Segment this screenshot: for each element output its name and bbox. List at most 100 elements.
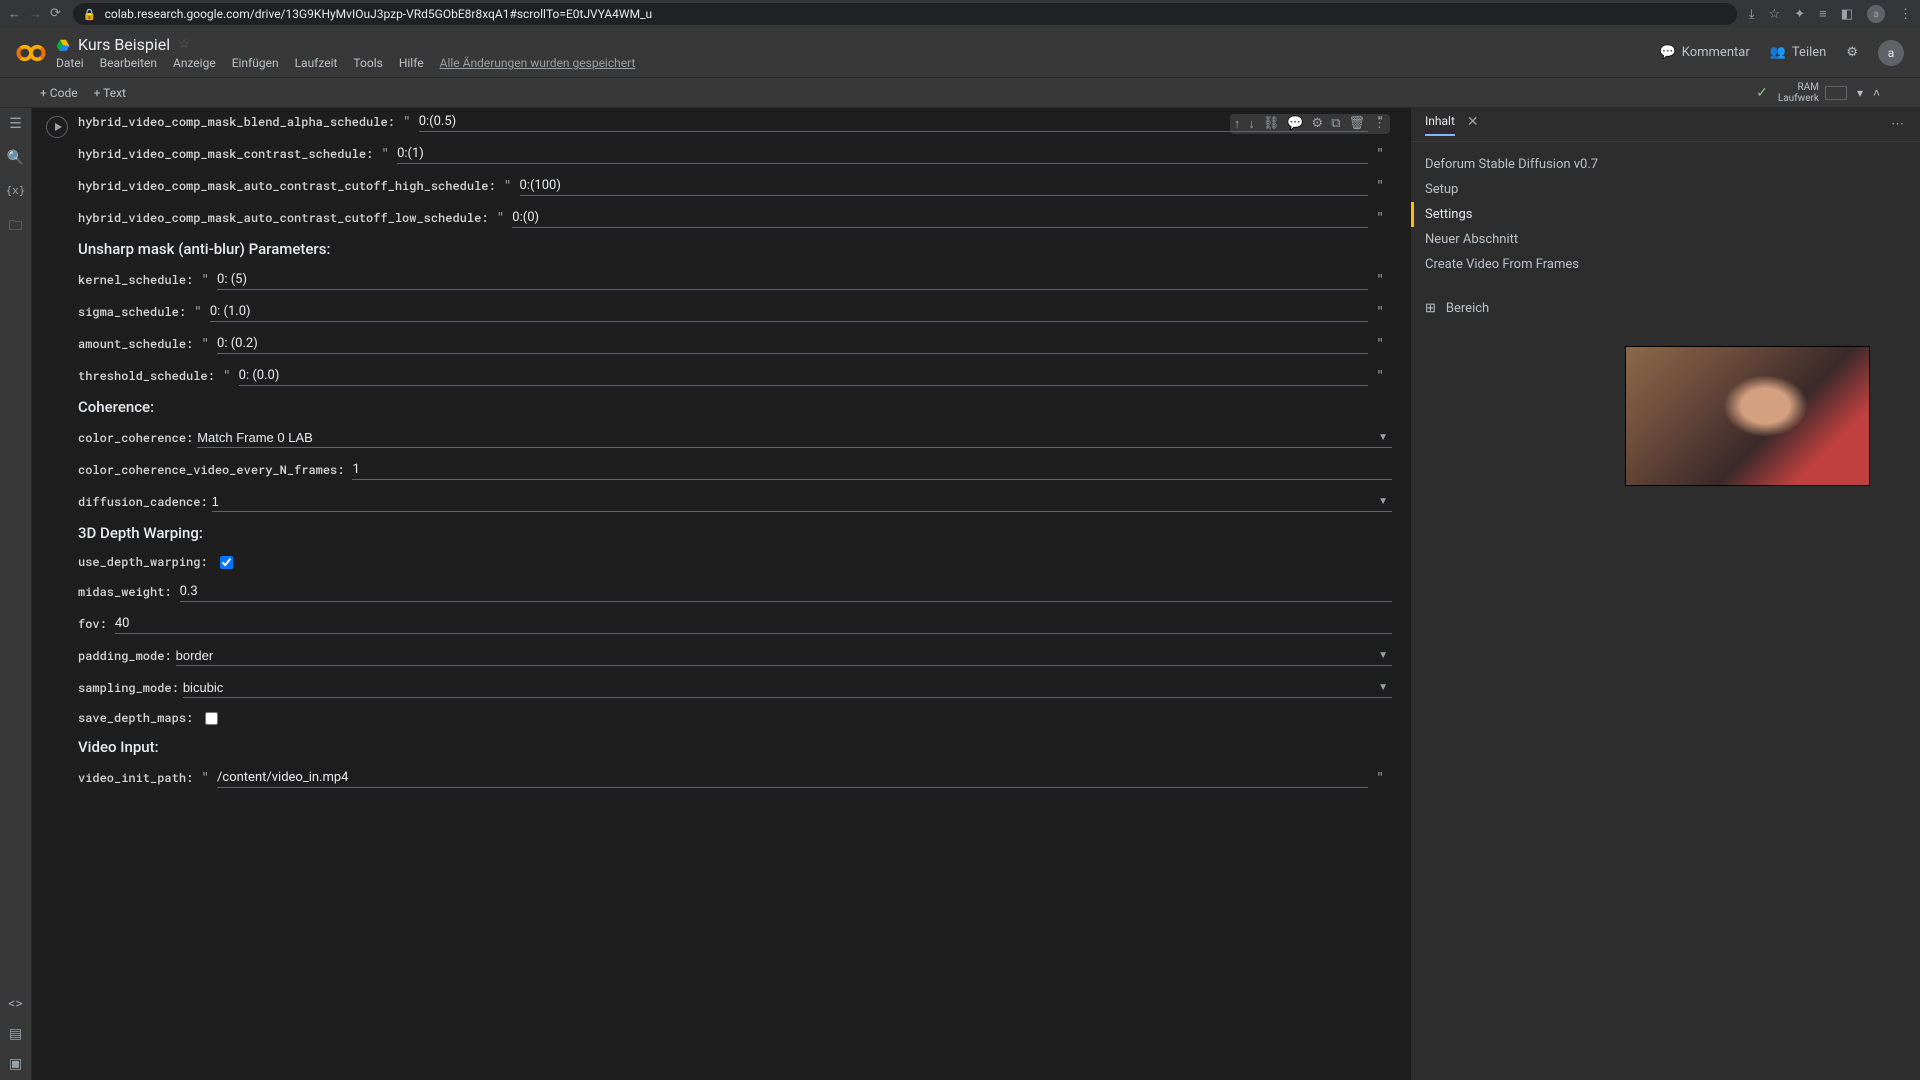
form-row: fov: (78, 614, 1392, 634)
toc-item[interactable]: Create Video From Frames (1411, 252, 1920, 277)
form-label: video_init_path: (78, 770, 193, 786)
toc-panel: Inhalt ✕ ⋯ Deforum Stable Diffusion v0.7… (1410, 108, 1920, 1080)
menu-einfügen[interactable]: Einfügen (232, 56, 279, 70)
nav-arrows: ← → ⟳ (8, 6, 61, 22)
webcam-overlay (1625, 346, 1870, 486)
form-label: sigma_schedule: (78, 304, 186, 320)
menu-icon[interactable]: ⋮ (1899, 7, 1912, 22)
toc-item[interactable]: Deforum Stable Diffusion v0.7 (1411, 152, 1920, 177)
select-input[interactable]: Match Frame 0 LAB (197, 428, 1392, 448)
browser-chrome: ← → ⟳ 🔒 colab.research.google.com/drive/… (0, 0, 1920, 28)
terminal-icon[interactable]: ▣ (9, 1056, 22, 1072)
text-input[interactable] (520, 176, 1369, 196)
checkbox-input[interactable] (205, 712, 218, 725)
document-title[interactable]: Kurs Beispiel (78, 35, 170, 54)
toc-icon[interactable]: ☰ (9, 116, 22, 132)
profile-avatar[interactable]: a (1867, 5, 1885, 23)
user-avatar[interactable]: a (1878, 40, 1904, 66)
form-label: save_depth_maps: (78, 710, 193, 726)
run-cell-button[interactable] (46, 116, 68, 138)
resource-indicator[interactable]: RAM Laufwerk (1778, 82, 1847, 104)
toc-header: Inhalt ✕ ⋯ (1411, 108, 1920, 142)
text-input[interactable] (217, 768, 1368, 788)
select-input[interactable]: bicubic (183, 678, 1392, 698)
menu-laufzeit[interactable]: Laufzeit (295, 56, 338, 70)
checkbox-input[interactable] (220, 556, 233, 569)
form-row: hybrid_video_comp_mask_contrast_schedule… (78, 144, 1392, 164)
header-actions: 💬 Kommentar 👥 Teilen ⚙ a (1660, 40, 1904, 66)
notebook[interactable]: ↑ ↓ ⛓ 💬 ⚙ ⧉ 🗑 ⋮ hybrid_video_comp_mask_b… (32, 108, 1410, 1080)
ram-bars-icon (1825, 86, 1847, 100)
add-text-button[interactable]: + Text (94, 86, 126, 100)
toc-item[interactable]: Settings (1411, 202, 1920, 227)
form-row: padding_mode:border▼ (78, 646, 1392, 666)
menu-datei[interactable]: Datei (56, 56, 84, 70)
menu-hilfe[interactable]: Hilfe (399, 56, 424, 70)
text-input[interactable] (512, 208, 1368, 228)
reload-icon[interactable]: ⟳ (50, 6, 61, 22)
form-row: diffusion_cadence:1▼ (78, 492, 1392, 512)
code-snippets-icon[interactable]: <> (8, 996, 22, 1012)
form-row: color_coherence_video_every_N_frames: (78, 460, 1392, 480)
star-icon[interactable]: ☆ (178, 37, 190, 52)
code-cell: ↑ ↓ ⛓ 💬 ⚙ ⧉ 🗑 ⋮ hybrid_video_comp_mask_b… (46, 112, 1408, 800)
section-heading: Coherence: (78, 398, 1392, 416)
gear-icon[interactable]: ⚙ (1846, 45, 1858, 60)
menu-anzeige[interactable]: Anzeige (173, 56, 216, 70)
menu-bar: Datei Bearbeiten Anzeige Einfügen Laufzeit To… (56, 56, 1660, 70)
add-section-button[interactable]: ⊞ Bereich (1411, 295, 1920, 322)
collapse-icon[interactable]: ˄ (1873, 86, 1880, 100)
toc-tab[interactable]: Inhalt (1425, 114, 1455, 136)
select-input[interactable]: border (176, 646, 1392, 666)
saved-status: Alle Änderungen wurden gespeichert (440, 56, 636, 70)
text-input[interactable] (352, 460, 1392, 480)
text-input[interactable] (180, 582, 1392, 602)
toc-menu-icon[interactable]: ⋯ (1891, 117, 1906, 132)
form-label: fov: (78, 616, 107, 632)
bookmark-icon[interactable]: ☆ (1769, 7, 1781, 22)
colab-header: Kurs Beispiel ☆ Datei Bearbeiten Anzeige Ei… (0, 28, 1920, 78)
comment-button[interactable]: 💬 Kommentar (1660, 45, 1750, 60)
forward-icon[interactable]: → (29, 6, 42, 22)
runtime-dropdown-icon[interactable]: ▾ (1857, 86, 1863, 100)
drive-icon (56, 38, 70, 52)
toc-item[interactable]: Neuer Abschnitt (1411, 227, 1920, 252)
quote-close: " (1372, 115, 1392, 130)
url-bar[interactable]: 🔒 colab.research.google.com/drive/13G9KH… (73, 3, 1737, 25)
text-input[interactable] (397, 144, 1368, 164)
search-icon[interactable]: 🔍 (7, 150, 24, 166)
text-input[interactable] (210, 302, 1368, 322)
toc-list: Deforum Stable Diffusion v0.7SetupSettin… (1411, 142, 1920, 287)
sidepanel-icon[interactable]: ◧ (1841, 7, 1853, 22)
menu-bearbeiten[interactable]: Bearbeiten (100, 56, 157, 70)
text-input[interactable] (217, 270, 1368, 290)
browser-actions: ⤓ ☆ ✦ ≡ ◧ a ⋮ (1749, 5, 1912, 23)
text-input[interactable] (239, 366, 1369, 386)
select-input[interactable]: 1 (212, 492, 1392, 512)
share-button[interactable]: 👥 Teilen (1770, 45, 1827, 60)
quote-open: " (399, 115, 415, 130)
section-heading: Unsharp mask (anti-blur) Parameters: (78, 240, 1392, 258)
section-heading: 3D Depth Warping: (78, 524, 1392, 542)
variables-icon[interactable]: {x} (6, 184, 26, 197)
toc-item[interactable]: Setup (1411, 177, 1920, 202)
command-palette-icon[interactable]: ▤ (9, 1026, 22, 1042)
colab-logo-icon[interactable] (16, 38, 46, 68)
files-icon[interactable]: 🗀 (9, 215, 23, 239)
text-input[interactable] (419, 112, 1368, 132)
extensions-icon[interactable]: ✦ (1794, 7, 1805, 22)
left-rail: ☰ 🔍 {x} 🗀 <> ▤ ▣ (0, 108, 32, 1080)
form-label: color_coherence_video_every_N_frames: (78, 462, 344, 478)
quote-open: " (197, 337, 213, 352)
back-icon[interactable]: ← (8, 6, 21, 22)
text-input[interactable] (217, 334, 1368, 354)
reading-list-icon[interactable]: ≡ (1819, 6, 1827, 22)
form-row: video_init_path:"" (78, 768, 1392, 788)
install-icon[interactable]: ⤓ (1749, 7, 1755, 22)
menu-tools[interactable]: Tools (353, 56, 382, 70)
form-label: use_depth_warping: (78, 554, 208, 570)
text-input[interactable] (115, 614, 1392, 634)
form-label: amount_schedule: (78, 336, 193, 352)
add-code-button[interactable]: + Code (40, 86, 78, 100)
close-icon[interactable]: ✕ (1467, 114, 1479, 130)
